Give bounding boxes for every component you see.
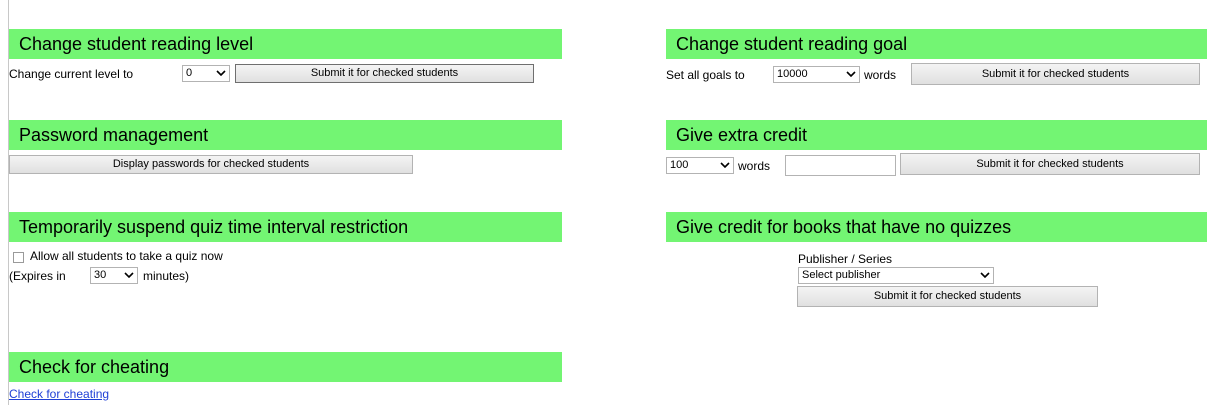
reading-goal-select-value: 10000 [777, 68, 808, 80]
display-passwords-button[interactable]: Display passwords for checked students [9, 155, 413, 174]
cheating-header: Check for cheating [9, 352, 562, 382]
extra-credit-select[interactable]: 100 [666, 157, 734, 174]
reading-goal-header: Change student reading goal [666, 29, 1207, 59]
extra-credit-submit-button[interactable]: Submit it for checked students [900, 153, 1200, 175]
extra-credit-suffix: words [738, 159, 771, 173]
chevron-down-icon [124, 272, 134, 278]
publisher-select[interactable]: Select publisher [798, 267, 994, 284]
expires-suffix: minutes) [143, 269, 190, 283]
chevron-down-icon [846, 71, 856, 77]
chevron-down-icon [980, 272, 990, 278]
publisher-label: Publisher / Series [798, 252, 893, 266]
reading-level-prefix: Change current level to [9, 67, 134, 81]
reading-level-submit-button[interactable]: Submit it for checked students [235, 64, 534, 83]
reading-goal-select[interactable]: 10000 [773, 66, 860, 83]
extra-credit-header: Give extra credit [666, 120, 1207, 150]
reading-level-header: Change student reading level [9, 29, 562, 59]
expires-minutes-select[interactable]: 30 [90, 267, 138, 284]
chevron-down-icon [216, 70, 226, 76]
reading-goal-suffix: words [864, 68, 897, 82]
extra-credit-input[interactable] [785, 155, 896, 176]
chevron-down-icon [720, 162, 730, 168]
reading-goal-prefix: Set all goals to [666, 68, 745, 82]
extra-credit-select-value: 100 [670, 159, 689, 171]
quiz-interval-header: Temporarily suspend quiz time interval r… [9, 212, 562, 242]
expires-prefix: (Expires in [9, 269, 66, 283]
left-border-line [8, 0, 9, 405]
publisher-select-value: Select publisher [802, 269, 881, 281]
reading-level-select-value: 0 [186, 67, 193, 79]
reading-goal-submit-button[interactable]: Submit it for checked students [911, 63, 1200, 85]
allow-quiz-label: Allow all students to take a quiz now [30, 249, 223, 263]
no-quiz-books-header: Give credit for books that have no quizz… [666, 212, 1207, 242]
check-cheating-link[interactable]: Check for cheating [9, 387, 109, 401]
password-header: Password management [9, 120, 562, 150]
no-quiz-books-submit-button[interactable]: Submit it for checked students [797, 286, 1098, 307]
allow-quiz-checkbox[interactable] [13, 252, 24, 263]
expires-minutes-value: 30 [94, 269, 107, 281]
reading-level-select[interactable]: 0 [182, 65, 230, 82]
